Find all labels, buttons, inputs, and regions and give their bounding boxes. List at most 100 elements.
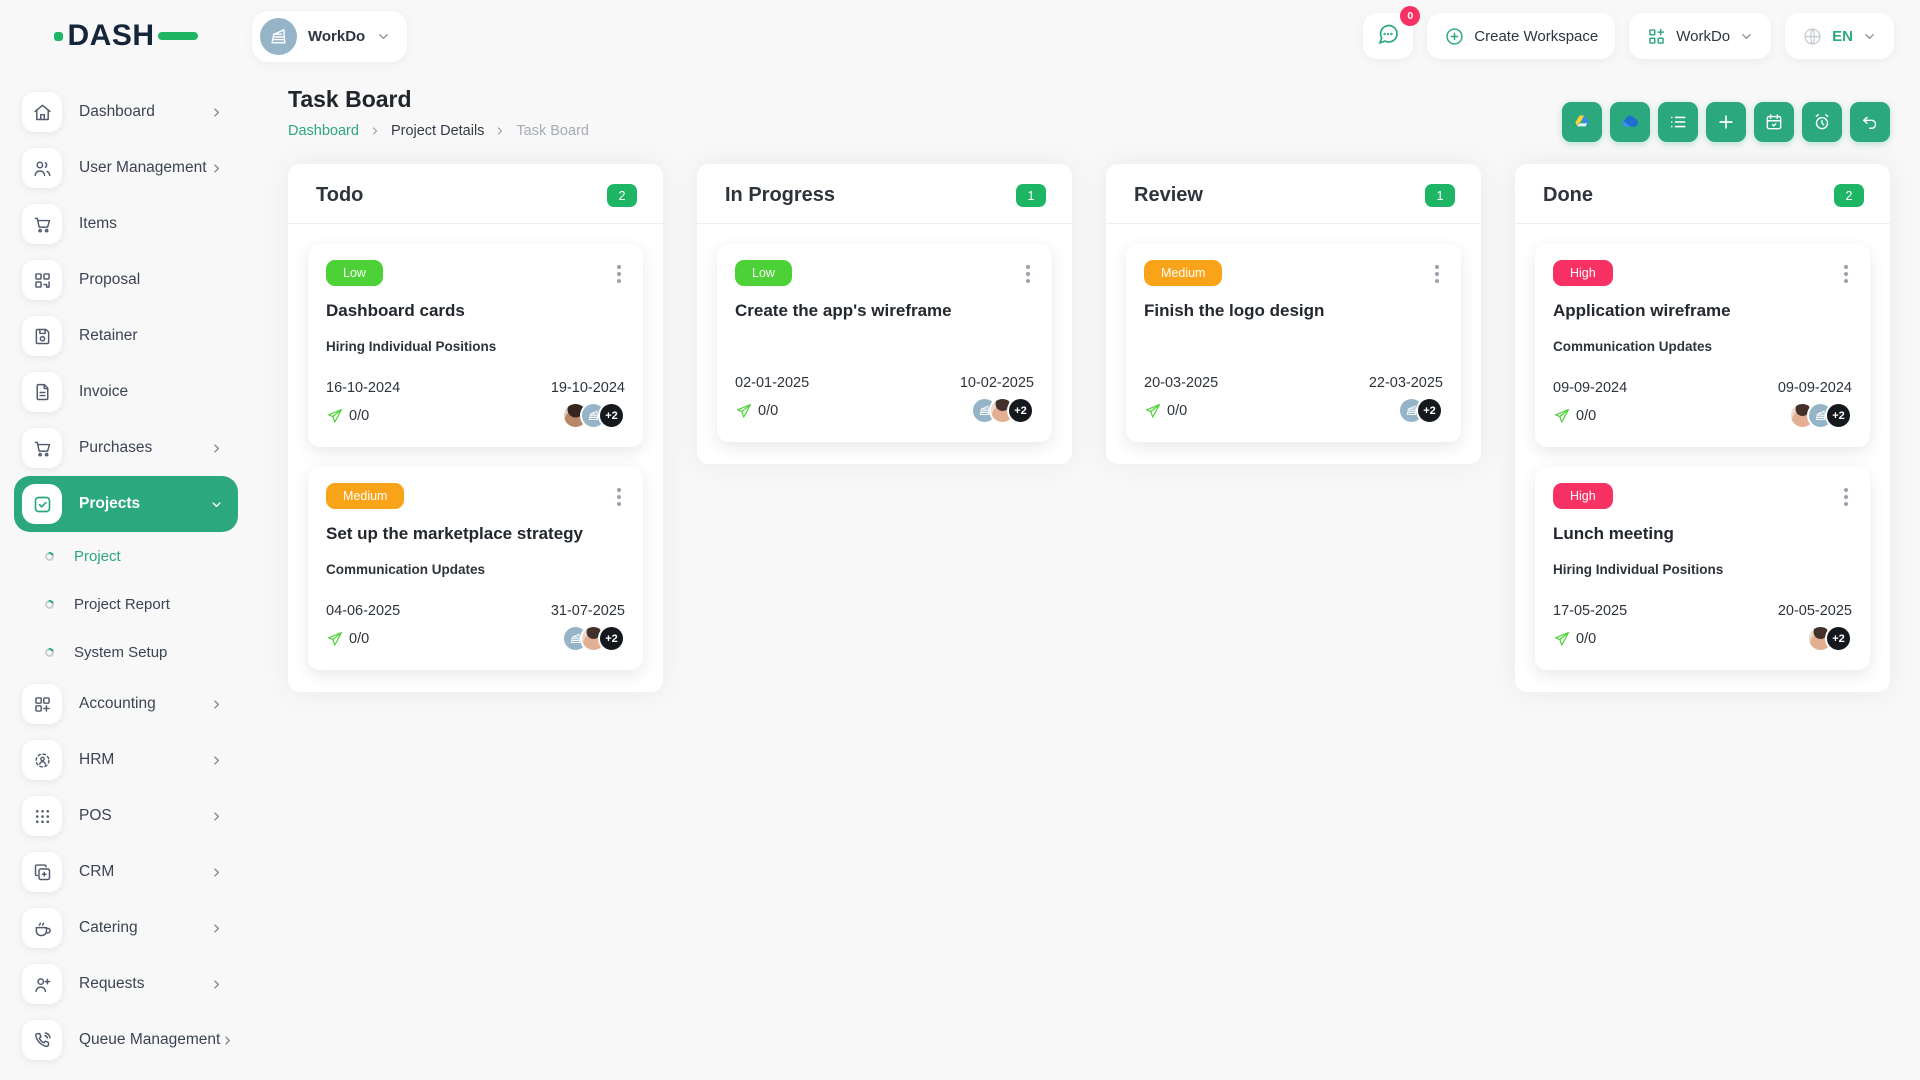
send-icon [1553, 630, 1571, 648]
priority-badge: High [1553, 483, 1613, 509]
onedrive-button[interactable] [1610, 102, 1650, 142]
task-card[interactable]: High Lunch meeting Hiring Individual Pos… [1535, 467, 1870, 670]
sidebar-item-label: Invoice [79, 383, 129, 400]
sidebar-item-label: User Management [79, 159, 207, 176]
send-icon [326, 407, 344, 425]
sidebar-subitem-system-setup[interactable]: System Setup [14, 628, 252, 676]
main-content: Task Board Dashboard Project Details Tas… [252, 72, 1920, 692]
card-menu-button[interactable] [613, 260, 625, 288]
app-switcher-label: WorkDo [1676, 27, 1731, 45]
task-card[interactable]: Medium Set up the marketplace strategy C… [308, 467, 643, 670]
column-count-badge: 1 [1016, 184, 1046, 207]
task-progress: 0/0 [326, 407, 369, 425]
avatar-more-count[interactable]: +2 [598, 402, 625, 429]
qr-icon [22, 260, 62, 300]
app-logo[interactable]: DASH [54, 19, 198, 53]
sidebar-item-requests[interactable]: Requests [14, 956, 238, 1012]
avatar-more-count[interactable]: +2 [1416, 397, 1443, 424]
users-icon [22, 148, 62, 188]
column-title: Todo [316, 184, 364, 206]
sidebar-item-catering[interactable]: Catering [14, 900, 238, 956]
priority-badge: Medium [1144, 260, 1223, 286]
create-workspace-button[interactable]: Create Workspace [1427, 13, 1616, 59]
sidebar-item-dashboard[interactable]: Dashboard [14, 84, 238, 140]
priority-badge: High [1553, 260, 1613, 286]
priority-badge: Low [326, 260, 383, 286]
workspace-selector[interactable]: WorkDo [252, 10, 408, 62]
task-progress: 0/0 [1144, 402, 1187, 420]
breadcrumb-task-board: Task Board [516, 123, 589, 139]
sidebar-item-projects[interactable]: Projects [14, 476, 238, 532]
sidebar-item-user-management[interactable]: User Management [14, 140, 238, 196]
timer-button[interactable] [1802, 102, 1842, 142]
sidebar-item-label: POS [79, 807, 112, 824]
task-milestone: Hiring Individual Positions [1553, 562, 1724, 577]
grid-plus-icon [1646, 26, 1667, 47]
sidebar-item-proposal[interactable]: Proposal [14, 252, 238, 308]
onedrive-icon [1620, 112, 1640, 132]
messages-button[interactable]: 0 [1363, 6, 1421, 59]
sidebar-subitem-project[interactable]: Project [14, 532, 252, 580]
breadcrumb-project-details[interactable]: Project Details [391, 123, 484, 139]
sidebar-item-invoice[interactable]: Invoice [14, 364, 238, 420]
chevron-down-icon [1739, 29, 1754, 44]
sidebar-item-queue-management[interactable]: Queue Management [14, 1012, 238, 1068]
sidebar-item-retainer[interactable]: Retainer [14, 308, 238, 364]
calendar-button[interactable] [1754, 102, 1794, 142]
avatar-more-count[interactable]: +2 [1007, 397, 1034, 424]
avatar-more-count[interactable]: +2 [598, 625, 625, 652]
chat-icon [1376, 22, 1400, 50]
status-ring-icon [42, 645, 57, 660]
task-end-date: 19-10-2024 [550, 380, 625, 396]
card-menu-button[interactable] [613, 483, 625, 511]
google-drive-button[interactable] [1562, 102, 1602, 142]
sidebar-item-crm[interactable]: CRM [14, 844, 238, 900]
card-menu-button[interactable] [1022, 260, 1034, 288]
assignee-avatars: +2 [1789, 402, 1852, 429]
sidebar-item-label: Queue Management [79, 1031, 221, 1048]
task-card[interactable]: High Application wireframe Communication… [1535, 244, 1870, 447]
board-column-todo: Todo 2 Low Dashboard cards Hiring Indivi… [288, 164, 663, 692]
crm-icon [22, 852, 62, 892]
messages-count-badge: 0 [1400, 6, 1421, 26]
breadcrumb-dashboard[interactable]: Dashboard [288, 123, 359, 139]
app-switcher-button[interactable]: WorkDo [1629, 13, 1772, 59]
sidebar-item-accounting[interactable]: Accounting [14, 676, 238, 732]
kanban-board: Todo 2 Low Dashboard cards Hiring Indivi… [288, 164, 1890, 692]
task-start-date: 20-03-2025 [1144, 375, 1219, 391]
list-view-button[interactable] [1658, 102, 1698, 142]
chevron-right-icon [209, 105, 224, 120]
task-card[interactable]: Low Create the app's wireframe 02-01-202… [717, 244, 1052, 442]
board-column-review: Review 1 Medium Finish the logo design 2… [1106, 164, 1481, 464]
task-card[interactable]: Low Dashboard cards Hiring Individual Po… [308, 244, 643, 447]
chevron-right-icon [209, 753, 224, 768]
sidebar-item-hrm[interactable]: HRM [14, 732, 238, 788]
task-start-date: 02-01-2025 [735, 375, 810, 391]
calendar-icon [1764, 112, 1784, 132]
language-code: EN [1832, 27, 1853, 45]
card-menu-button[interactable] [1431, 260, 1443, 288]
sidebar-item-pos[interactable]: POS [14, 788, 238, 844]
back-button[interactable] [1850, 102, 1890, 142]
undo-icon [1860, 112, 1880, 132]
sidebar-item-items[interactable]: Items [14, 196, 238, 252]
sidebar-item-label: Requests [79, 975, 145, 992]
avatar-more-count[interactable]: +2 [1825, 402, 1852, 429]
sidebar-item-label: Catering [79, 919, 138, 936]
task-end-date: 20-05-2025 [1777, 603, 1852, 619]
chevron-right-icon [494, 125, 506, 137]
sidebar-subitem-project-report[interactable]: Project Report [14, 580, 252, 628]
card-menu-button[interactable] [1840, 483, 1852, 511]
task-card[interactable]: Medium Finish the logo design 20-03-2025… [1126, 244, 1461, 442]
sidebar-item-purchases[interactable]: Purchases [14, 420, 238, 476]
card-menu-button[interactable] [1840, 260, 1852, 288]
avatar-more-count[interactable]: +2 [1825, 625, 1852, 652]
task-progress: 0/0 [735, 402, 778, 420]
chevron-right-icon [209, 977, 224, 992]
save-icon [22, 316, 62, 356]
language-selector[interactable]: EN [1785, 13, 1894, 59]
logo-dash-icon [157, 32, 198, 40]
add-task-button[interactable] [1706, 102, 1746, 142]
sidebar-item-label: Projects [79, 495, 141, 512]
assignee-avatars: +2 [1807, 625, 1852, 652]
